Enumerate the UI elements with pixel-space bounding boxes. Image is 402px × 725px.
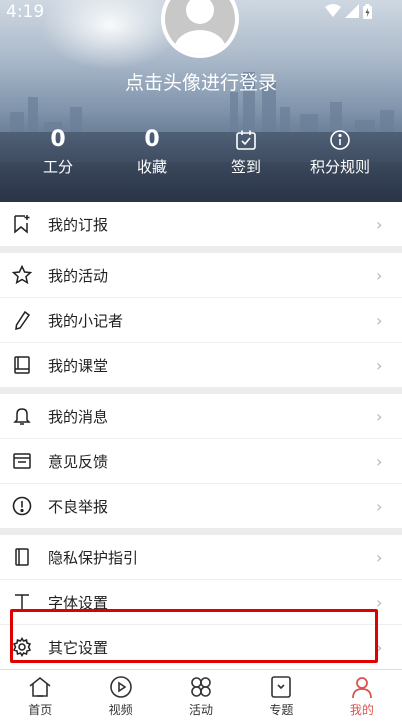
tab-video[interactable]: 视频 xyxy=(80,670,160,725)
stats-bar: 0 工分 0 收藏 签到 积分规则 xyxy=(0,126,402,176)
menu-item-reporter[interactable]: 我的小记者 › xyxy=(0,298,402,343)
signal-icon xyxy=(345,4,359,18)
tab-topic[interactable]: 专题 xyxy=(241,670,321,725)
menu-item-subscription[interactable]: 我的订报 › xyxy=(0,202,402,246)
menu-list: 我的订报 › 我的活动 › 我的小记者 › 我的课堂 › 我的消息 › 意见反馈 xyxy=(0,202,402,676)
chevron-right-icon: › xyxy=(376,496,383,516)
play-icon xyxy=(109,676,132,698)
activity-icon xyxy=(191,677,211,697)
stat-favorites[interactable]: 0 收藏 xyxy=(112,126,192,177)
menu-item-classroom[interactable]: 我的课堂 › xyxy=(0,343,402,387)
user-icon xyxy=(351,677,372,699)
menu-item-messages[interactable]: 我的消息 › xyxy=(0,394,402,439)
menu-label-feedback: 意见反馈 xyxy=(48,452,109,471)
chevron-right-icon: › xyxy=(376,547,383,567)
chevron-right-icon: › xyxy=(376,265,383,285)
work-points-label: 工分 xyxy=(42,158,73,176)
checkin-label: 签到 xyxy=(230,158,261,176)
status-time: 4:19 xyxy=(6,2,45,22)
tab-activity[interactable]: 活动 xyxy=(161,670,241,725)
checkin-button[interactable]: 签到 xyxy=(206,126,286,177)
pen-icon xyxy=(15,310,31,330)
chevron-right-icon: › xyxy=(376,214,383,234)
tab-mine[interactable]: 我的 xyxy=(322,670,402,725)
chevron-right-icon: › xyxy=(376,355,383,375)
menu-item-report[interactable]: 不良举报 › xyxy=(0,484,402,528)
warning-icon xyxy=(12,496,32,516)
menu-label-messages: 我的消息 xyxy=(48,407,109,426)
menu-label-privacy: 隐私保护指引 xyxy=(48,548,139,567)
avatar[interactable] xyxy=(161,0,239,58)
login-prompt[interactable]: 点击头像进行登录 xyxy=(0,68,402,95)
tab-mine-label: 我的 xyxy=(349,703,374,717)
menu-group-messages: 我的消息 › 意见反馈 › 不良举报 › xyxy=(0,394,402,528)
bell-icon xyxy=(13,408,31,425)
favorites-label: 收藏 xyxy=(136,158,167,176)
bookmark-add-icon xyxy=(14,215,30,234)
info-icon xyxy=(330,130,350,150)
default-avatar-icon xyxy=(174,0,226,54)
menu-item-privacy[interactable]: 隐私保护指引 › xyxy=(0,535,402,580)
document-icon xyxy=(15,548,29,566)
menu-label-activities: 我的活动 xyxy=(48,266,109,285)
profile-header: 4:19 点击头像进行登录 0 工分 0 收藏 签到 积分规则 xyxy=(0,0,402,202)
menu-group-subscription: 我的订报 › xyxy=(0,202,402,246)
points-rules-button[interactable]: 积分规则 xyxy=(300,126,380,177)
topic-icon xyxy=(271,676,292,698)
chevron-right-icon: › xyxy=(376,310,383,330)
tab-activity-label: 活动 xyxy=(189,703,214,717)
work-points-value: 0 xyxy=(50,127,66,152)
tab-video-label: 视频 xyxy=(108,703,133,717)
bottom-tab-bar: 首页 视频 活动 专题 我的 xyxy=(0,669,402,725)
tab-topic-label: 专题 xyxy=(269,703,294,717)
menu-group-personal: 我的活动 › 我的小记者 › 我的课堂 › xyxy=(0,253,402,387)
wifi-icon xyxy=(325,4,341,17)
chevron-right-icon: › xyxy=(376,592,383,612)
stat-work-points[interactable]: 0 工分 xyxy=(18,126,98,177)
battery-icon xyxy=(363,4,372,19)
chevron-right-icon: › xyxy=(376,406,383,426)
feedback-icon xyxy=(13,453,31,469)
menu-label-reporter: 我的小记者 xyxy=(48,311,124,330)
menu-item-activities[interactable]: 我的活动 › xyxy=(0,253,402,298)
menu-label-report: 不良举报 xyxy=(48,497,109,516)
tab-home-label: 首页 xyxy=(28,703,53,717)
chevron-right-icon: › xyxy=(376,451,383,471)
menu-label-subscription: 我的订报 xyxy=(48,215,109,234)
book-icon xyxy=(14,356,30,374)
favorites-value: 0 xyxy=(144,127,160,152)
calendar-check-icon xyxy=(236,130,256,150)
points-rules-label: 积分规则 xyxy=(309,158,370,176)
star-icon xyxy=(12,265,32,285)
menu-item-feedback[interactable]: 意见反馈 › xyxy=(0,439,402,484)
tab-home[interactable]: 首页 xyxy=(0,670,80,725)
menu-label-classroom: 我的课堂 xyxy=(48,356,109,375)
highlight-box xyxy=(10,609,378,663)
home-icon xyxy=(29,676,51,697)
